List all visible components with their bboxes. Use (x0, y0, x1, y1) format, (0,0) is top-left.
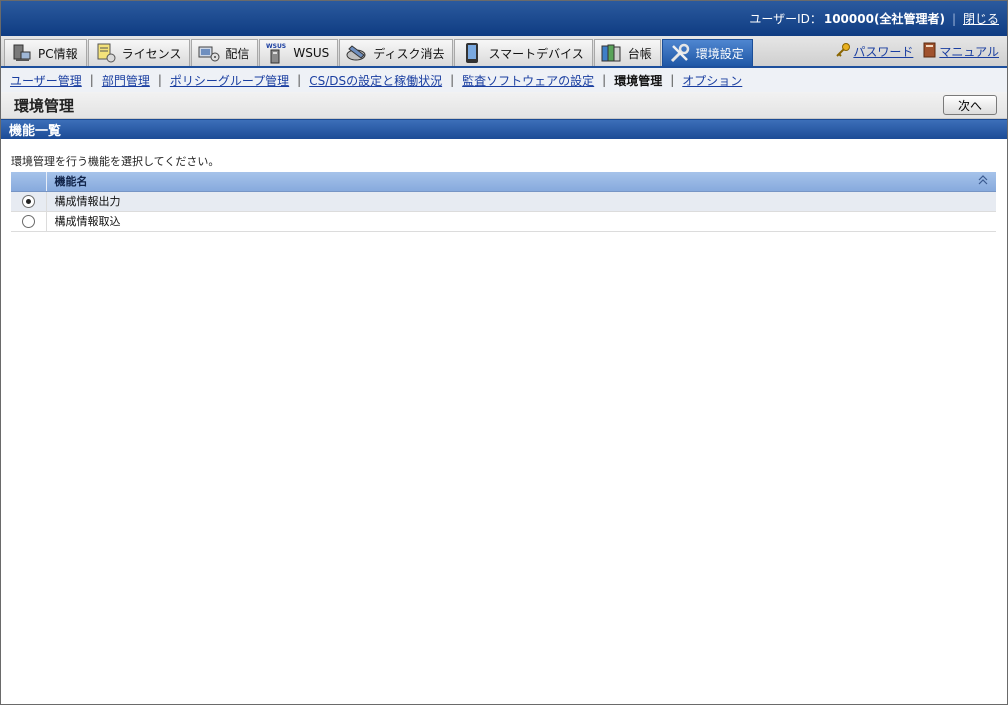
radio-cell[interactable] (11, 211, 47, 232)
tab-environment-settings[interactable]: 環境設定 (661, 39, 753, 66)
sort-chevron-icon[interactable] (978, 174, 988, 188)
pc-icon (11, 42, 33, 64)
svg-text:WSUS: WSUS (266, 43, 286, 50)
tab-label: ディスク消去 (373, 46, 445, 61)
radio-cell[interactable] (11, 191, 47, 212)
sub-nav: ユーザー管理 | 部門管理 | ポリシーグループ管理 | CS/DSの設定と稼働… (1, 68, 1007, 92)
wsus-icon: WSUS (266, 42, 288, 64)
disk-erase-icon (346, 42, 368, 64)
tab-label: ライセンス (121, 46, 182, 61)
tab-label: スマートデバイス (488, 46, 584, 61)
user-id-value: 100000(全社管理者) (823, 12, 945, 26)
smart-device-icon (461, 42, 483, 64)
manual-link[interactable]: マニュアル (939, 43, 999, 60)
subnav-divider: | (157, 73, 162, 87)
subnav-csds-settings[interactable]: CS/DSの設定と稼働状況 (309, 72, 442, 89)
subnav-divider: | (602, 73, 607, 87)
password-link-wrap[interactable]: パスワード (835, 42, 913, 61)
tab-label: 台帳 (627, 46, 652, 61)
settings-tools-icon (669, 42, 691, 64)
column-header-label: 機能名 (54, 175, 88, 189)
tab-pc-info[interactable]: PC情報 (4, 39, 87, 66)
app-window: ユーザーID： 100000(全社管理者) | 閉じる PC情報 ライセンス 配… (0, 0, 1008, 705)
tab-ledger[interactable]: 台帳 (593, 39, 661, 66)
manual-link-wrap[interactable]: マニュアル (923, 42, 999, 61)
select-column-header (11, 172, 47, 192)
function-name: 構成情報取込 (46, 211, 996, 232)
subnav-environment-management: 環境管理 (614, 73, 663, 88)
subnav-options[interactable]: オプション (682, 72, 742, 89)
section-title: 機能一覧 (1, 119, 1007, 139)
table-row[interactable]: 構成情報取込 (11, 211, 996, 232)
key-icon (835, 42, 851, 61)
close-link[interactable]: 閉じる (963, 10, 999, 27)
utility-links: パスワード マニュアル (825, 36, 1007, 66)
ledger-icon (601, 42, 623, 64)
row-radio-selected[interactable] (21, 194, 35, 208)
tab-distribution[interactable]: 配信 (191, 39, 259, 66)
subnav-divider: | (450, 73, 455, 87)
tab-wsus[interactable]: WSUS WSUS (259, 39, 339, 66)
subnav-policy-group-management[interactable]: ポリシーグループ管理 (170, 72, 289, 89)
instruction-text: 環境管理を行う機能を選択してください。 (11, 155, 220, 168)
password-link[interactable]: パスワード (853, 43, 913, 60)
subnav-divider: | (297, 73, 302, 87)
distribution-icon (198, 42, 220, 64)
manual-book-icon (923, 42, 937, 61)
header-separator: | (951, 11, 956, 26)
table-header-row: 機能名 (11, 172, 996, 192)
function-table: 機能名 構成情報出力 構成情報取込 (11, 172, 996, 232)
page-title: 環境管理 (14, 96, 75, 115)
function-name-column-header[interactable]: 機能名 (46, 172, 996, 192)
tab-label: 配信 (225, 46, 250, 61)
tab-label: WSUS (293, 46, 330, 60)
next-button[interactable]: 次へ (942, 95, 997, 115)
tab-smart-device[interactable]: スマートデバイス (454, 39, 593, 66)
subnav-divider: | (89, 73, 94, 87)
top-header: ユーザーID： 100000(全社管理者) | 閉じる (1, 1, 1007, 36)
subnav-divider: | (670, 73, 675, 87)
content-area: 環境管理を行う機能を選択してください。 機能名 構成情報出力 構成情報取込 (1, 139, 1007, 232)
main-tab-bar: PC情報 ライセンス 配信 WSUS WSUS ディスク消去 スマートデバイス … (1, 36, 1007, 68)
table-row[interactable]: 構成情報出力 (11, 191, 996, 212)
tab-label: PC情報 (38, 46, 78, 61)
user-id-label: ユーザーID： (749, 12, 822, 26)
subnav-department-management[interactable]: 部門管理 (102, 72, 150, 89)
page-title-row: 環境管理 次へ (1, 92, 1007, 119)
subnav-audit-software-settings[interactable]: 監査ソフトウェアの設定 (462, 72, 594, 89)
tab-license[interactable]: ライセンス (87, 39, 191, 66)
subnav-user-management[interactable]: ユーザー管理 (10, 72, 82, 89)
row-radio[interactable] (21, 214, 35, 228)
license-icon (95, 42, 117, 64)
tab-label: 環境設定 (695, 46, 744, 61)
function-name: 構成情報出力 (46, 191, 996, 212)
tab-disk-erase[interactable]: ディスク消去 (339, 39, 454, 66)
